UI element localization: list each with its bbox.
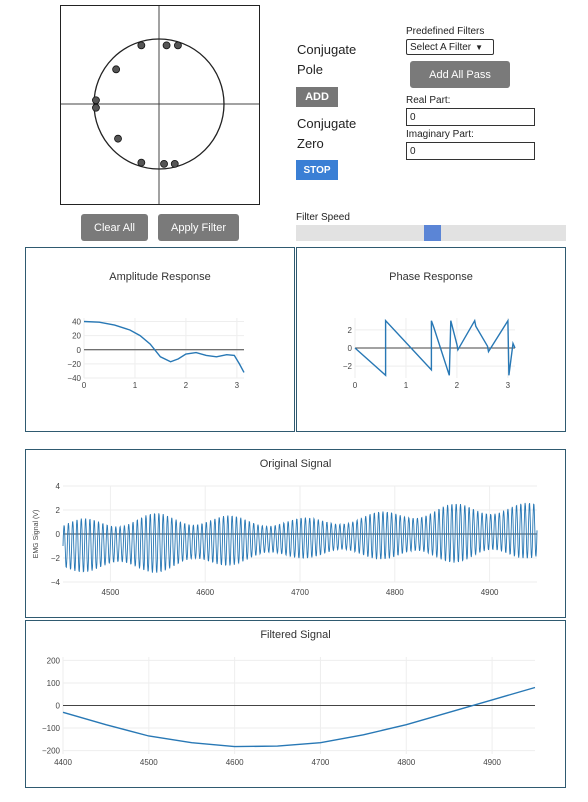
y-tick-label: 0	[56, 530, 61, 539]
y-tick-label: −100	[42, 724, 61, 733]
amplitude-response-panel: Amplitude Response 0 1 2 3 40 20 0 −20 −40	[25, 247, 295, 432]
amplitude-line	[83, 320, 245, 373]
y-axis-label: EMG Signal (V)	[33, 510, 40, 559]
pole-marker	[112, 65, 121, 74]
pole-marker	[114, 134, 122, 143]
x-tick-label: 4900	[481, 588, 499, 597]
y-tick-label: 4	[56, 482, 61, 491]
add-all-pass-button[interactable]: Add All Pass	[410, 61, 510, 88]
filter-speed-slider[interactable]	[296, 225, 566, 241]
y-tick-label: −40	[67, 374, 81, 383]
y-tick-label: 0	[348, 344, 353, 353]
y-tick-label: 0	[56, 702, 61, 711]
y-tick-label: 0	[77, 346, 82, 355]
apply-filter-button[interactable]: Apply Filter	[158, 214, 239, 241]
x-tick-label: 3	[506, 381, 511, 390]
pole-marker	[137, 41, 146, 50]
clear-all-button[interactable]: Clear All	[81, 214, 148, 241]
chevron-down-icon: ▼	[475, 42, 484, 52]
filtered-signal-line	[62, 686, 536, 748]
x-tick-label: 3	[235, 381, 240, 390]
z-plane[interactable]	[60, 5, 260, 205]
pole-marker	[170, 159, 179, 168]
x-tick-label: 4600	[196, 588, 214, 597]
y-tick-label: −2	[51, 554, 61, 563]
y-tick-label: 100	[47, 679, 61, 688]
conjugate-pole-label: Conjugate Pole	[297, 40, 356, 80]
real-part-label: Real Part:	[406, 95, 451, 106]
conjugate-zero-label: Conjugate Zero	[297, 114, 356, 154]
y-tick-label: 200	[47, 656, 61, 665]
real-part-input[interactable]: 0	[406, 108, 535, 126]
filter-speed-thumb[interactable]	[424, 225, 441, 241]
x-tick-label: 4500	[140, 758, 158, 767]
phase-response-panel: Phase Response 0 1 2 3 2 0 −2	[296, 247, 566, 432]
filtered-signal-chart: 4400 4500 4600 4700 4800 4900 200 100 0 −100 −200	[42, 656, 536, 767]
add-button[interactable]: ADD	[296, 87, 338, 107]
x-tick-label: 1	[404, 381, 409, 390]
x-tick-label: 4700	[291, 588, 309, 597]
imaginary-part-label: Imaginary Part:	[406, 129, 474, 140]
x-tick-label: 2	[184, 381, 189, 390]
x-tick-label: 4400	[54, 758, 72, 767]
y-tick-label: 2	[56, 506, 61, 515]
original-signal-chart: 4500 4600 4700 4800 4900 4 2 0 −2 −4 EMG Signal (V…	[33, 482, 538, 597]
filter-select[interactable]: Select A Filter ▼	[406, 39, 494, 55]
filter-select-value: Select A Filter	[410, 41, 472, 53]
conjugate-pole-label-line2: Pole	[297, 62, 324, 77]
x-tick-label: 4800	[397, 758, 415, 767]
x-tick-label: 4600	[226, 758, 244, 767]
filtered-signal-panel: Filtered Signal 4400 4500 4600 4700 4800 4900…	[25, 620, 566, 788]
y-tick-label: −4	[51, 578, 61, 587]
conjugate-zero-label-line1: Conjugate	[297, 116, 357, 131]
y-tick-label: −2	[343, 362, 353, 371]
y-tick-label: 20	[72, 332, 81, 341]
x-tick-label: 2	[455, 381, 460, 390]
filter-speed-label: Filter Speed	[296, 212, 350, 223]
stop-button[interactable]: STOP	[296, 160, 338, 180]
predefined-filters-label: Predefined Filters	[406, 26, 485, 37]
original-signal-panel: Original Signal 4500 4600 4700 4800 4900 4 2 0−…	[25, 449, 566, 618]
imaginary-part-input[interactable]: 0	[406, 142, 535, 160]
x-tick-label: 4800	[386, 588, 404, 597]
x-tick-label: 4700	[312, 758, 330, 767]
x-tick-label: 4500	[102, 588, 120, 597]
x-tick-label: 0	[82, 381, 87, 390]
pole-marker	[92, 103, 100, 112]
pole-marker	[137, 158, 146, 167]
pole-marker	[174, 41, 182, 50]
y-tick-label: 2	[348, 326, 353, 335]
x-tick-label: 4900	[483, 758, 501, 767]
y-tick-label: −200	[42, 747, 61, 756]
pole-marker	[162, 41, 171, 50]
x-tick-label: 0	[353, 381, 358, 390]
y-tick-label: −20	[67, 360, 81, 369]
conjugate-pole-label-line1: Conjugate	[297, 42, 357, 57]
pole-marker	[92, 96, 100, 105]
amplitude-response-chart: 0 1 2 3 40 20 0 −20 −40	[67, 318, 245, 390]
y-tick-label: 40	[72, 318, 81, 327]
x-tick-label: 1	[133, 381, 138, 390]
z-plane-plot[interactable]	[61, 6, 259, 204]
pole-marker	[160, 159, 168, 168]
conjugate-zero-label-line2: Zero	[297, 136, 324, 151]
phase-response-chart: 0 1 2 3 2 0 −2	[343, 318, 516, 390]
